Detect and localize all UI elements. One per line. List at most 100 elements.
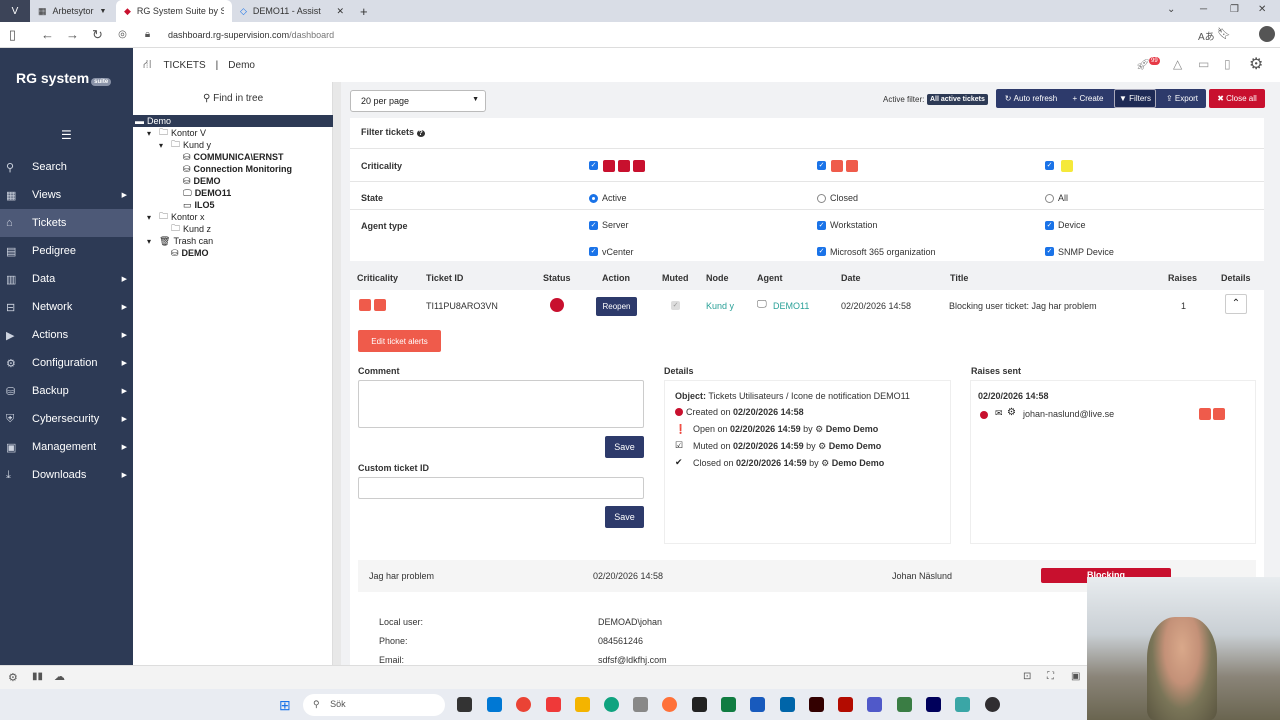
tree-node[interactable]: ⛁ DEMO [133, 247, 333, 259]
outlook-icon[interactable] [487, 697, 502, 712]
agent-workstation-checkbox[interactable]: ✓ [817, 221, 826, 230]
file-explorer-icon[interactable] [575, 697, 590, 712]
firefox-icon[interactable] [662, 697, 677, 712]
collapse-details-button[interactable]: ⌃ [1225, 294, 1247, 314]
reload-icon[interactable]: ↻ [85, 27, 110, 43]
sidebar-item-backup[interactable]: ⛁ Backup ▶ [0, 377, 133, 405]
cloud-icon[interactable]: ☁ [54, 670, 65, 683]
expand-toggle-icon[interactable]: ▾ [159, 141, 171, 150]
maximize-icon[interactable]: ❐ [1230, 4, 1239, 15]
sidebar-item-downloads[interactable]: ⤓ Downloads ▶ [0, 461, 133, 489]
forward-icon[interactable]: → [60, 27, 85, 42]
col-muted[interactable]: Muted [662, 273, 689, 283]
tree-scrollbar[interactable] [333, 82, 341, 665]
obs-icon[interactable] [985, 697, 1000, 712]
notification-badge[interactable]: 99 [1149, 57, 1160, 65]
state-active-radio[interactable] [589, 194, 598, 203]
col-ticket-id[interactable]: Ticket ID [426, 273, 463, 283]
tab-workspaces[interactable]: ▦ Arbetsytor ▼ [30, 0, 116, 22]
hamburger-menu-icon[interactable]: ☰ [61, 128, 72, 142]
create-button[interactable]: + Create [1067, 89, 1109, 108]
agent-m365-checkbox[interactable]: ✓ [817, 247, 826, 256]
export-button[interactable]: ⇪ Export [1160, 89, 1204, 108]
browser-menu-icon[interactable]: V [0, 0, 30, 22]
illustrator-icon[interactable] [809, 697, 824, 712]
panel-icon[interactable]: ▮▮ [32, 671, 43, 682]
vscode-icon[interactable] [780, 697, 795, 712]
minimize-icon[interactable]: ─ [1200, 4, 1207, 15]
sidebar-item-configuration[interactable]: ⚙ Configuration ▶ [0, 349, 133, 377]
criticality-medium-checkbox[interactable]: ✓ [817, 161, 826, 170]
per-page-select[interactable]: 20 per page ▼ [350, 90, 486, 112]
sidebar-item-cybersecurity[interactable]: ⛨ Cybersecurity ▶ [0, 405, 133, 433]
site-info-icon[interactable]: ◎ [110, 29, 135, 40]
find-in-tree[interactable]: ⚲ Find in tree [203, 93, 263, 104]
save-custom-id-button[interactable]: Save [605, 506, 644, 528]
new-tab-button[interactable]: + [352, 0, 376, 22]
tree-node[interactable]: ⛁ DEMO [133, 175, 333, 187]
tree-node[interactable]: 🗀︎ Kund z [133, 223, 333, 235]
sidebar-toggle-icon[interactable]: ▯ [0, 27, 25, 43]
tree-node[interactable]: ▾ 🗀︎ Kund y [133, 139, 333, 151]
tree-node[interactable]: ▾ 🗀︎ Kontor V [133, 127, 333, 139]
expand-toggle-icon[interactable]: ▾ [147, 129, 159, 138]
sidebar-item-data[interactable]: ▥ Data ▶ [0, 265, 133, 293]
agent-device-checkbox[interactable]: ✓ [1045, 221, 1054, 230]
taskbar-search[interactable]: ⚲ Sök [303, 694, 445, 716]
profile-icon[interactable] [1259, 26, 1275, 42]
tree-node[interactable]: 🖵︎ DEMO11 [133, 187, 333, 199]
filters-button[interactable]: ▼ Filters [1114, 89, 1156, 108]
criticality-high-checkbox[interactable]: ✓ [589, 161, 598, 170]
agent-snmp-checkbox[interactable]: ✓ [1045, 247, 1054, 256]
auto-refresh-button[interactable]: ↻ Auto refresh [1001, 89, 1061, 108]
agent-server-checkbox[interactable]: ✓ [589, 221, 598, 230]
document-icon[interactable]: ▯ [1224, 57, 1231, 71]
col-node[interactable]: Node [706, 273, 729, 283]
rg-system-logo[interactable]: RG system suite [16, 70, 112, 86]
windows-start-icon[interactable]: ⊞ [279, 697, 291, 714]
tiling-icon[interactable]: ⛶ [1047, 671, 1054, 682]
agent-vcenter-checkbox[interactable]: ✓ [589, 247, 598, 256]
word-icon[interactable] [750, 697, 765, 712]
assist-icon[interactable] [955, 697, 970, 712]
settings-icon[interactable]: ⚙ [8, 671, 18, 684]
rocket-icon[interactable]: 🚀︎ [1136, 58, 1150, 71]
url-field[interactable]: dashboard.rg-supervision.com/dashboard [168, 30, 334, 40]
criticality-low-checkbox[interactable]: ✓ [1045, 161, 1054, 170]
notepad-icon[interactable] [897, 697, 912, 712]
row-agent-link[interactable]: DEMO11 [773, 301, 809, 311]
close-tab-icon[interactable]: ✕ [336, 6, 344, 17]
col-title[interactable]: Title [950, 273, 968, 283]
sidebar-item-pedigree[interactable]: ▤ Pedigree [0, 237, 133, 265]
row-ticket-id[interactable]: TI11PU8ARO3VN [426, 301, 498, 311]
sidebar-item-tickets[interactable]: ⌂ Tickets [0, 209, 133, 237]
help-icon[interactable]: ? [416, 130, 425, 137]
task-view-icon[interactable] [457, 697, 472, 712]
state-all-radio[interactable] [1045, 194, 1054, 203]
state-closed-radio[interactable] [817, 194, 826, 203]
col-criticality[interactable]: Criticality [357, 273, 398, 283]
excel-icon[interactable] [721, 697, 736, 712]
tree-node[interactable]: ▾ 🗀︎ Kontor x [133, 211, 333, 223]
sidebar-item-management[interactable]: ▣ Management ▶ [0, 433, 133, 461]
sidebar-item-search[interactable]: ⚲ Search [0, 153, 133, 181]
tab-demo11-assist[interactable]: ◇ DEMO11 - Assist ✕ [232, 0, 352, 22]
col-date[interactable]: Date [841, 273, 861, 283]
acrobat-icon[interactable] [838, 697, 853, 712]
expand-toggle-icon[interactable]: ▾ [147, 213, 159, 222]
sidebar-item-actions[interactable]: ▶ Actions ▶ [0, 321, 133, 349]
edit-ticket-alerts-button[interactable]: Edit ticket alerts [358, 330, 441, 352]
settings-gear-icon[interactable]: ⚙ [1249, 54, 1263, 74]
tree-node[interactable]: ⛁ Connection Monitoring [133, 163, 333, 175]
translate-icon[interactable]: Aあ [1198, 28, 1215, 43]
triangle-icon[interactable]: △ [1173, 57, 1182, 71]
sidebar-item-network[interactable]: ⊟ Network ▶ [0, 293, 133, 321]
chrome-icon[interactable] [516, 697, 531, 712]
edge-icon[interactable] [604, 697, 619, 712]
col-status[interactable]: Status [543, 273, 571, 283]
tab-rg-system[interactable]: ◆ RG System Suite by Septeo [116, 0, 232, 22]
save-comment-button[interactable]: Save [605, 436, 644, 458]
capcut-icon[interactable] [692, 697, 707, 712]
col-agent[interactable]: Agent [757, 273, 783, 283]
capture-icon[interactable]: ⊡ [1023, 671, 1031, 682]
